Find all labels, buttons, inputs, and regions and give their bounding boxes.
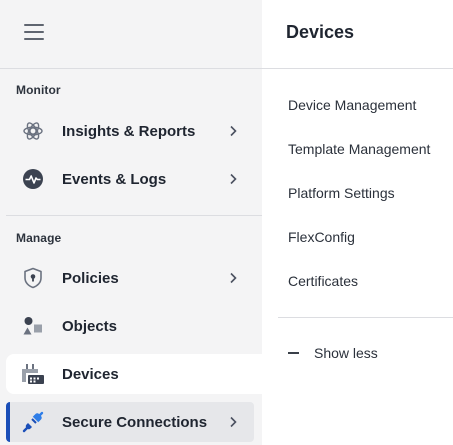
sidebar-item-label: Insights & Reports xyxy=(62,122,196,140)
sidebar-item-events-logs[interactable]: Events & Logs xyxy=(6,159,254,199)
sidebar-item-label: Secure Connections xyxy=(62,413,208,431)
sidebar-item-objects[interactable]: Objects xyxy=(6,306,254,346)
insights-icon xyxy=(21,119,45,143)
flyout-link-device-management[interactable]: Device Management xyxy=(288,97,416,113)
flyout-link-certificates[interactable]: Certificates xyxy=(288,273,358,289)
show-less-label: Show less xyxy=(314,345,378,361)
sidebar-item-policies[interactable]: Policies xyxy=(6,258,254,298)
plug-icon xyxy=(21,410,45,434)
sidebar-item-label: Objects xyxy=(62,317,118,335)
chevron-right-icon xyxy=(226,415,240,429)
sidebar-item-label: Devices xyxy=(62,365,119,383)
flyout-title: Devices xyxy=(286,22,355,42)
chevron-right-icon xyxy=(226,271,240,285)
flyout-link-platform-settings[interactable]: Platform Settings xyxy=(288,185,395,201)
shapes-icon xyxy=(21,314,45,338)
show-less-button[interactable]: Show less xyxy=(288,345,378,361)
sidebar-item-devices[interactable]: Devices xyxy=(6,354,268,394)
sidebar-item-secure-connections[interactable]: Secure Connections xyxy=(6,402,254,442)
flyout-divider xyxy=(262,68,453,69)
section-label-monitor: Monitor xyxy=(16,83,61,97)
sidebar: Monitor Insights & Reports Events & Logs xyxy=(0,0,268,445)
hamburger-menu-icon[interactable] xyxy=(24,24,44,40)
section-label-manage: Manage xyxy=(16,231,62,245)
device-icon xyxy=(21,362,45,386)
sidebar-item-label: Policies xyxy=(62,269,119,287)
pulse-icon xyxy=(21,167,45,191)
sidebar-divider xyxy=(0,68,262,69)
sidebar-item-label: Events & Logs xyxy=(62,170,167,188)
flyout-divider xyxy=(278,317,453,318)
shield-lock-icon xyxy=(21,266,45,290)
flyout-link-flexconfig[interactable]: FlexConfig xyxy=(288,229,355,245)
sidebar-item-insights-reports[interactable]: Insights & Reports xyxy=(6,111,254,151)
chevron-right-icon xyxy=(226,172,240,186)
minus-icon xyxy=(288,352,299,354)
sidebar-divider xyxy=(6,215,262,216)
flyout-link-template-management[interactable]: Template Management xyxy=(288,141,430,157)
chevron-right-icon xyxy=(226,124,240,138)
